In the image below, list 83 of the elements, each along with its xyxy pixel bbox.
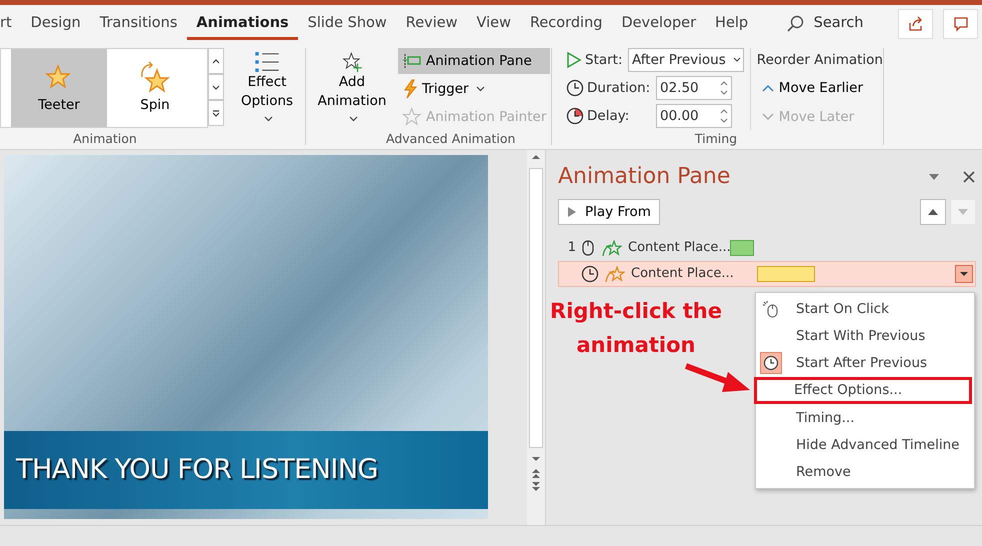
number-field[interactable]: 02.50: [656, 76, 732, 100]
effect-star-icon: [605, 265, 625, 283]
ribbon-tab[interactable]: Review: [396, 8, 468, 40]
move-up-button[interactable]: [920, 199, 946, 225]
menu-item[interactable]: Start After Previous: [756, 350, 974, 377]
play-icon: [567, 206, 577, 218]
item-number: 1: [566, 239, 576, 258]
close-icon[interactable]: [962, 170, 976, 184]
ribbon-tab[interactable]: View: [467, 8, 520, 40]
scroll-thumb[interactable]: [529, 168, 543, 448]
gallery-label: Spin: [140, 96, 170, 115]
play-icon: [566, 51, 582, 69]
clock-icon: [566, 79, 584, 97]
caret-icon: [210, 108, 222, 118]
search-label[interactable]: Search: [814, 12, 864, 34]
play-from-button[interactable]: Play From: [558, 199, 660, 225]
search-icon: [786, 14, 804, 32]
chevron-down-icon: [476, 86, 485, 92]
star-brush-icon: [402, 107, 422, 127]
ribbon-tab[interactable]: Design: [21, 8, 90, 40]
group-label: Advanced Animation: [386, 130, 516, 148]
group-label: Animation: [72, 130, 138, 148]
effect-options-button[interactable]: Effect Options: [230, 48, 304, 130]
menu-item[interactable]: Timing...: [756, 404, 974, 432]
animation-item[interactable]: Content Place...: [558, 261, 976, 287]
mouse-icon: [762, 300, 780, 318]
lightning-icon: [402, 79, 418, 99]
chevron-down-icon: [760, 112, 775, 122]
ribbon-tab[interactable]: rt: [0, 8, 22, 40]
ribbon-button[interactable]: Animation Pane: [398, 48, 550, 74]
dropdown-field[interactable]: After Previous: [628, 48, 744, 72]
gallery-down-button[interactable]: [208, 74, 224, 100]
ribbon-tab[interactable]: Help: [706, 8, 758, 40]
delay-clock-icon: [566, 107, 584, 125]
menu-item[interactable]: Start On Click: [756, 295, 974, 322]
animation-gallery-item[interactable]: Teeter: [11, 49, 107, 127]
pane-icon: [402, 53, 422, 69]
share-button[interactable]: [898, 8, 933, 38]
clock-icon: [581, 265, 599, 283]
triangle-up-icon: [927, 208, 939, 216]
item-dropdown-button[interactable]: [955, 265, 973, 283]
reorder-button[interactable]: Move Earlier: [756, 75, 883, 101]
comment-button[interactable]: [943, 8, 978, 38]
caret-icon: [959, 271, 969, 277]
menu-item[interactable]: Remove: [756, 458, 974, 486]
chevron-down-icon: [349, 116, 358, 122]
menu-item[interactable]: Effect Options...: [754, 376, 972, 404]
chevron-down-icon: [264, 116, 273, 122]
ribbon-button[interactable]: Trigger: [398, 76, 550, 102]
pane-title: Animation Pane: [558, 163, 730, 191]
animation-gallery-item[interactable]: Spin: [107, 49, 203, 127]
gallery-more-button[interactable]: [208, 100, 224, 126]
instruction-text: Right-click the animation: [549, 298, 723, 359]
mouse-icon: [580, 239, 596, 257]
item-label: Content Place...: [628, 239, 730, 258]
item-label: Content Place...: [631, 265, 733, 284]
scrollbar[interactable]: [527, 150, 545, 525]
timing-label: Start:: [585, 50, 624, 70]
ribbon-tab[interactable]: Recording: [520, 8, 612, 40]
menu-item[interactable]: Start With Previous: [756, 322, 974, 350]
clock-icon: [763, 355, 779, 372]
timing-label: Duration:: [587, 78, 652, 98]
dropdown-icon[interactable]: [928, 172, 940, 180]
spinning-star-icon: [138, 60, 172, 95]
effect-star-icon: [602, 239, 622, 257]
share-icon: [908, 16, 924, 32]
gallery-up-button[interactable]: [208, 48, 224, 74]
ribbon-tab[interactable]: Transitions: [90, 8, 187, 40]
timing-label: Delay:: [587, 106, 630, 126]
gallery-label: Teeter: [38, 96, 80, 115]
triangle-down-icon: [957, 208, 969, 216]
number-field[interactable]: 00.00: [656, 104, 732, 128]
animation-item[interactable]: 1 Content Place...: [558, 235, 976, 261]
ribbon-tab[interactable]: Animations: [186, 8, 298, 40]
reorder-label: Reorder Animation: [756, 50, 883, 70]
ribbon-tab[interactable]: Slide Show: [298, 8, 396, 40]
comment-icon: [952, 16, 968, 32]
chevron-up-icon: [760, 83, 775, 93]
menu-item[interactable]: Hide Advanced Timeline: [756, 431, 974, 459]
slide-title: THANK YOU FOR LISTENING: [16, 452, 378, 487]
group-label: Timing: [694, 130, 738, 148]
add-animation-button[interactable]: Add Animation: [306, 48, 398, 130]
ribbon-tab[interactable]: Developer: [612, 8, 706, 40]
